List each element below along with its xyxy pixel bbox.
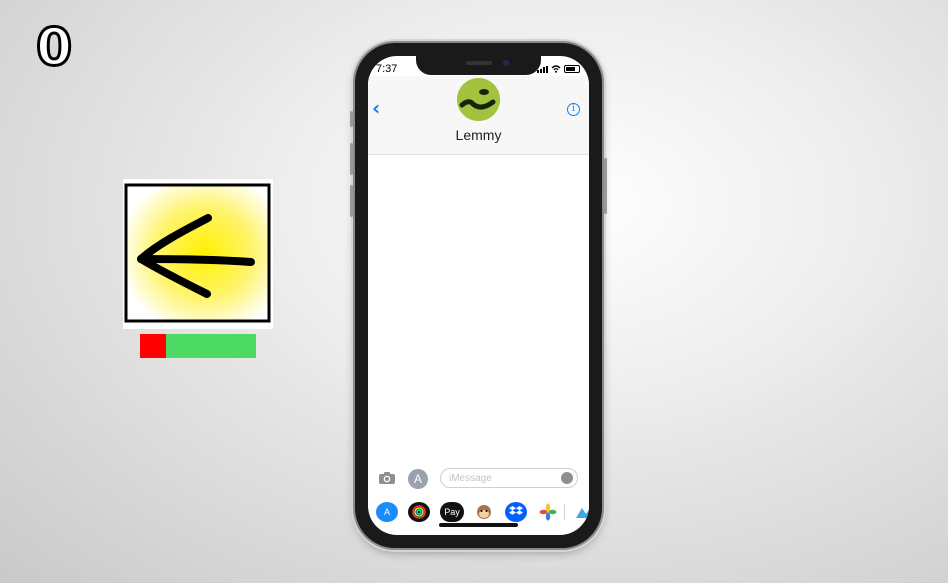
conversation-header: ‹ i Lemmy [368, 76, 589, 155]
wifi-icon [551, 65, 561, 73]
phone-screen: 7:37 ‹ i Lemmy A iMessage A Pay [368, 56, 589, 535]
drawer-divider [564, 504, 565, 520]
iphone-frame: 7:37 ‹ i Lemmy A iMessage A Pay [350, 43, 607, 548]
monkey-icon[interactable] [473, 502, 495, 522]
speaker [466, 61, 492, 65]
photos-icon[interactable] [537, 502, 559, 522]
camera-icon[interactable] [378, 471, 396, 485]
volume-up-button [350, 143, 353, 175]
apple-pay-icon[interactable]: Pay [440, 502, 464, 522]
microphone-icon[interactable] [561, 472, 573, 484]
smiley-face-icon [457, 78, 500, 121]
status-icons [537, 65, 580, 73]
imessage-input[interactable]: iMessage [440, 468, 578, 488]
dropbox-icon[interactable] [505, 502, 527, 522]
time-remaining-bar [140, 334, 256, 358]
app-store-icon[interactable]: A [408, 469, 428, 489]
mountain-icon[interactable] [573, 502, 589, 522]
info-icon[interactable]: i [567, 103, 580, 116]
left-arrow-icon [124, 183, 271, 323]
status-time: 7:37 [376, 63, 398, 75]
imessage-placeholder: iMessage [449, 473, 492, 484]
side-button [604, 158, 607, 214]
message-thread [368, 155, 589, 465]
score-counter: 0 [34, 17, 73, 80]
avatar[interactable] [457, 78, 500, 121]
back-arrow-card[interactable] [123, 179, 273, 329]
home-indicator[interactable] [439, 523, 518, 527]
mute-switch [350, 111, 353, 127]
time-used-segment [140, 334, 166, 358]
volume-down-button [350, 185, 353, 217]
battery-icon [564, 65, 580, 73]
chevron-left-icon[interactable]: ‹ [372, 96, 380, 120]
app-store-icon[interactable]: A [376, 502, 398, 522]
activity-rings-icon[interactable] [408, 502, 430, 522]
composer-row: A iMessage [368, 466, 589, 492]
contact-name: Lemmy [455, 127, 502, 143]
time-left-segment [165, 334, 256, 358]
apple-pay-label: Pay [444, 507, 460, 517]
front-camera [503, 60, 509, 66]
notch [416, 56, 541, 75]
